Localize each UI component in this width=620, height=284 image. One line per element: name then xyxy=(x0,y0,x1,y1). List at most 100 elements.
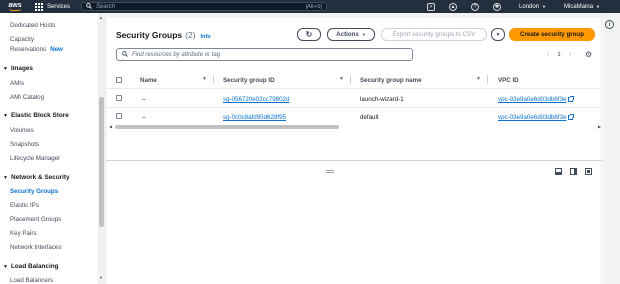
global-search-input[interactable]: Search [Alt+S] xyxy=(81,2,328,11)
sidebar-section-label: Network & Security xyxy=(10,174,70,181)
sidebar-item-label: Reservations xyxy=(10,46,47,53)
export-csv-button[interactable]: Export security groups to CSV xyxy=(381,28,487,41)
sidebar-section-load-balancing[interactable]: ▼ Load Balancing xyxy=(3,263,59,270)
filter-placeholder: Find resources by attribute or tag xyxy=(132,51,221,58)
search-placeholder: Search xyxy=(96,3,116,10)
sidebar-section-images[interactable]: ▼ Images xyxy=(3,65,33,72)
top-navigation-bar: aws Services Search [Alt+S] > ▲ ? ✱ Lond… xyxy=(0,0,620,13)
create-security-group-button[interactable]: Create security group xyxy=(509,28,595,41)
main-content: Security Groups (2) Info ↻ Actions ▼ Exp… xyxy=(106,13,620,284)
column-divider[interactable] xyxy=(213,75,214,84)
account-name: MicaMaina xyxy=(564,3,594,10)
row-checkbox[interactable] xyxy=(116,95,122,101)
sidebar-item-key-pairs[interactable]: Key Pairs xyxy=(10,230,36,237)
cell-vpc-id[interactable]: vpc-03e9a0e6d03db6f3e xyxy=(498,96,575,103)
actions-dropdown-button[interactable]: Actions ▼ xyxy=(327,28,375,41)
table-preferences-gear-icon[interactable]: ⚙ xyxy=(585,50,592,59)
chevron-down-icon: ▼ xyxy=(596,4,600,9)
sidebar-item-ami-catalog[interactable]: AMI Catalog xyxy=(10,94,44,101)
sidebar-item-amis[interactable]: AMIs xyxy=(10,80,24,87)
help-icon[interactable]: ? xyxy=(471,2,480,11)
sidebar-item-reservations[interactable]: Reservations New xyxy=(10,46,63,53)
column-header-security-group-id[interactable]: Security group ID xyxy=(223,72,275,88)
region-selector[interactable]: London ▼ xyxy=(519,4,546,10)
security-groups-panel: Security Groups (2) Info ↻ Actions ▼ Exp… xyxy=(107,18,603,168)
sidebar-item-security-groups[interactable]: Security Groups xyxy=(10,188,58,195)
caret-down-icon: ▼ xyxy=(495,31,501,38)
sidebar-section-label: Elastic Block Store xyxy=(10,112,69,119)
sidebar-section-elastic-block-store[interactable]: ▼ Elastic Block Store xyxy=(3,112,69,119)
caret-down-icon: ▼ xyxy=(3,65,8,72)
refresh-button[interactable]: ↻ xyxy=(297,28,321,41)
aws-logo[interactable]: aws xyxy=(3,0,27,13)
sidebar-item-volumes[interactable]: Volumes xyxy=(10,127,34,134)
cell-security-group-name: launch-wizard-1 xyxy=(360,96,404,103)
vpc-id-link[interactable]: vpc-03e9a0e6d03db6f3e xyxy=(498,96,566,103)
filter-funnel-icon[interactable]: ▼ xyxy=(339,76,344,82)
sidebar-item-placement-groups[interactable]: Placement Groups xyxy=(10,216,61,223)
account-menu[interactable]: MicaMaina ▼ xyxy=(564,4,600,10)
region-label: London xyxy=(519,3,540,10)
horizontal-scroll-thumb[interactable] xyxy=(115,125,339,129)
sidebar-scroll-thumb[interactable] xyxy=(99,97,104,227)
chevron-down-icon: ▼ xyxy=(542,4,547,9)
sidebar-section-label: Images xyxy=(10,65,33,72)
sidebar-item-lifecycle-manager[interactable]: Lifecycle Manager xyxy=(10,155,60,162)
filter-funnel-icon[interactable]: ▼ xyxy=(476,76,481,82)
column-divider[interactable] xyxy=(350,75,351,84)
split-fullscreen-icon[interactable] xyxy=(585,168,592,175)
split-panel xyxy=(107,161,603,284)
cloudshell-icon[interactable]: > xyxy=(427,2,436,11)
sidebar-item-snapshots[interactable]: Snapshots xyxy=(10,141,39,148)
cell-name: – xyxy=(142,96,146,103)
sidebar-scrollbar[interactable]: ▲ ▼ xyxy=(98,13,104,284)
services-menu-button[interactable]: Services xyxy=(35,2,70,11)
column-header-security-group-name[interactable]: Security group name xyxy=(360,72,422,88)
aws-smile-icon xyxy=(9,8,21,11)
search-hotkey: [Alt+S] xyxy=(305,3,323,10)
current-page-number[interactable]: 1 xyxy=(557,52,560,58)
cell-security-group-name: default xyxy=(360,114,379,121)
pagination: ‹ 1 › ⚙ xyxy=(539,50,592,59)
caret-down-icon: ▼ xyxy=(361,32,366,37)
row-checkbox[interactable] xyxy=(116,113,122,119)
item-count: (2) xyxy=(185,30,196,40)
cell-security-group-id-link[interactable]: sg-056720e02cc79802d xyxy=(223,96,289,103)
sidebar-item-capacity-reservations[interactable]: Capacity xyxy=(10,36,34,43)
new-badge: New xyxy=(50,46,63,53)
sidebar-item-network-interfaces[interactable]: Network Interfaces xyxy=(10,244,62,251)
scroll-down-icon[interactable]: ▼ xyxy=(99,275,103,280)
column-divider[interactable] xyxy=(487,75,488,84)
split-side-icon[interactable] xyxy=(570,168,577,175)
filter-funnel-icon[interactable]: ▼ xyxy=(202,76,207,82)
notifications-bell-icon[interactable]: ▲ xyxy=(449,2,458,11)
external-link-icon xyxy=(568,114,575,120)
scroll-left-icon[interactable]: ◀ xyxy=(109,124,112,129)
export-dropdown-button[interactable]: ▼ xyxy=(491,28,505,41)
sidebar-item-elastic-ips[interactable]: Elastic IPs xyxy=(10,202,39,209)
refresh-icon: ↻ xyxy=(305,30,313,39)
settings-gear-icon[interactable]: ✱ xyxy=(493,2,502,11)
sidebar-item-load-balancers[interactable]: Load Balancers xyxy=(10,277,53,284)
table-horizontal-scrollbar[interactable]: ◀ ▶ xyxy=(109,124,601,130)
next-page-icon[interactable]: › xyxy=(569,51,571,58)
previous-page-icon[interactable]: ‹ xyxy=(547,51,549,58)
filter-input[interactable]: Find resources by attribute or tag xyxy=(116,48,413,61)
column-header-name[interactable]: Name xyxy=(140,72,157,88)
page-title-text: Security Groups xyxy=(116,30,183,40)
select-all-checkbox[interactable] xyxy=(116,77,122,83)
info-link[interactable]: Info xyxy=(201,34,211,40)
tools-panel-divider xyxy=(601,13,602,284)
sidebar-section-network-security[interactable]: ▼ Network & Security xyxy=(3,174,70,181)
help-panel-info-icon[interactable]: i xyxy=(605,20,614,29)
cell-security-group-id-link[interactable]: sg-0c0c8afd95d629f95 xyxy=(223,114,286,121)
cell-vpc-id[interactable]: vpc-03e9a0e6d03db6f3e xyxy=(498,114,575,121)
sidebar-item-dedicated-hosts[interactable]: Dedicated Hosts xyxy=(10,22,55,29)
search-icon xyxy=(86,2,92,11)
scroll-up-icon[interactable]: ▲ xyxy=(99,15,103,20)
resize-handle-icon[interactable] xyxy=(326,170,334,173)
caret-down-icon: ▼ xyxy=(3,174,8,181)
vpc-id-link[interactable]: vpc-03e9a0e6d03db6f3e xyxy=(498,114,566,121)
column-header-vpc-id[interactable]: VPC ID xyxy=(498,72,519,88)
split-bottom-icon[interactable] xyxy=(555,168,562,175)
